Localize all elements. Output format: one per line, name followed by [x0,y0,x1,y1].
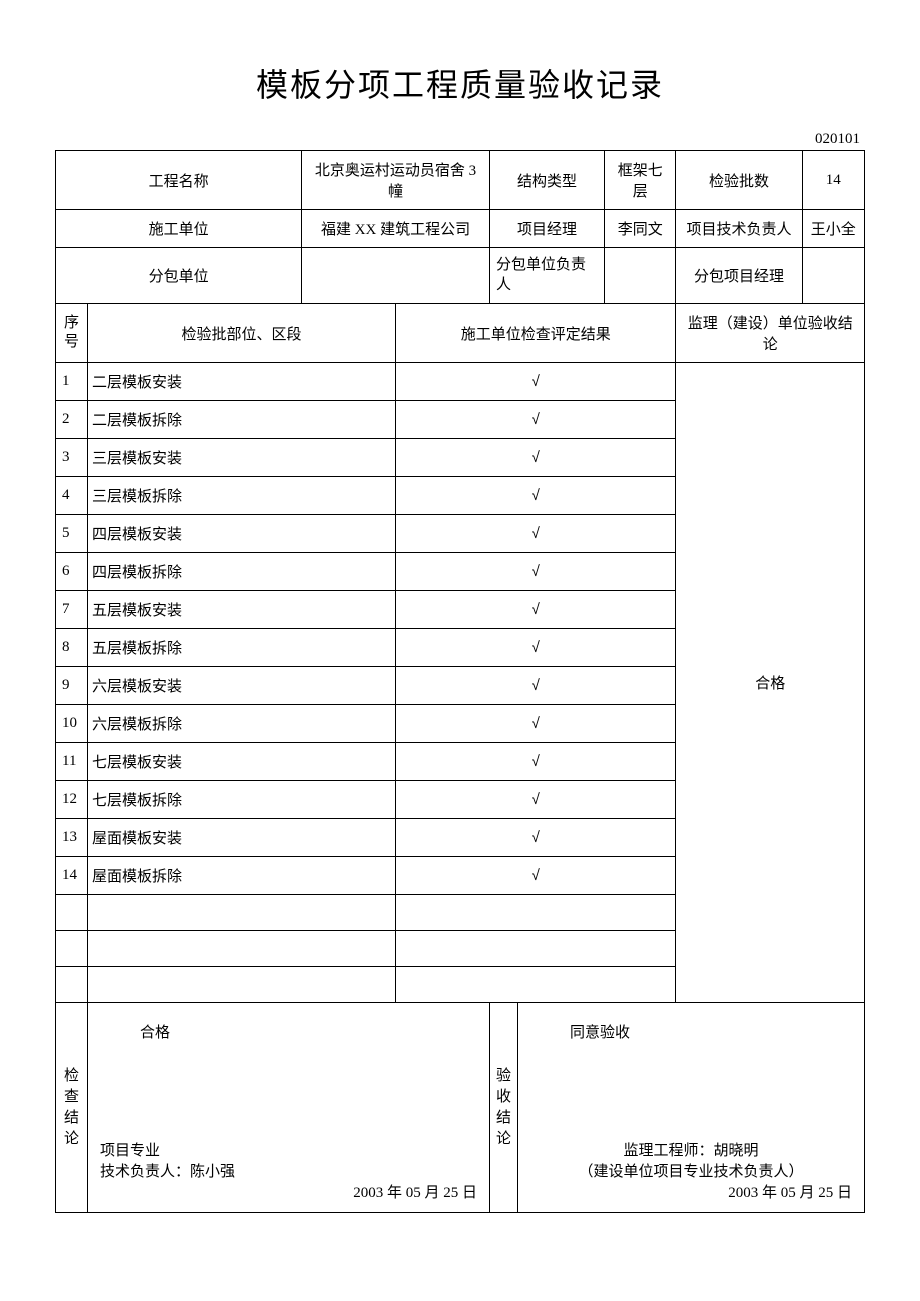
col-part: 检验批部位、区段 [88,304,396,363]
part-cell: 七层模板安装 [88,743,396,781]
label-pm: 项目经理 [489,210,604,248]
label-project-name: 工程名称 [56,151,302,210]
value-structure-type: 框架七层 [604,151,676,210]
seq-cell: 8 [56,629,88,667]
part-cell: 四层模板安装 [88,515,396,553]
value-tech-lead: 王小全 [802,210,865,248]
label-tech-lead: 项目技术负责人 [676,210,802,248]
value-subcontractor [302,248,490,304]
col-supervision: 监理（建设）单位验收结论 [676,304,865,363]
part-cell: 四层模板拆除 [88,553,396,591]
label-sub-lead: 分包单位负责人 [489,248,604,304]
check-cell: √ [396,781,676,819]
accept-conclusion-block: 同意验收 监理工程师：胡晓明 （建设单位项目专业技术负责人） 2003 年 05… [517,1003,864,1213]
part-cell: 五层模板拆除 [88,629,396,667]
label-accept-conclusion: 验收结论 [489,1003,517,1213]
check-cell: √ [396,705,676,743]
seq-cell: 1 [56,363,88,401]
part-cell: 七层模板拆除 [88,781,396,819]
label-structure-type: 结构类型 [489,151,604,210]
seq-cell: 4 [56,477,88,515]
check-cell: √ [396,857,676,895]
check-cell: √ [396,401,676,439]
check-signer-line2: 技术负责人：陈小强 [100,1160,477,1181]
seq-cell: 13 [56,819,88,857]
seq-cell: 6 [56,553,88,591]
part-cell: 六层模板安装 [88,667,396,705]
part-cell: 六层模板拆除 [88,705,396,743]
part-cell: 屋面模板安装 [88,819,396,857]
check-cell: √ [396,553,676,591]
check-date: 2003 年 05 月 25 日 [100,1181,477,1202]
check-cell: √ [396,363,676,401]
label-subcontractor: 分包单位 [56,248,302,304]
seq-cell: 3 [56,439,88,477]
check-signer-line1: 项目专业 [100,1139,477,1160]
seq-cell: 11 [56,743,88,781]
accept-conclusion-result: 同意验收 [530,1013,852,1042]
label-sub-pm: 分包项目经理 [676,248,802,304]
check-cell: √ [396,743,676,781]
part-cell: 三层模板安装 [88,439,396,477]
seq-cell: 2 [56,401,88,439]
check-conclusion-result: 合格 [100,1013,477,1042]
check-cell: √ [396,439,676,477]
document-number: 020101 [55,131,865,148]
value-sub-pm [802,248,865,304]
value-sub-lead [604,248,676,304]
supervision-result: 合格 [676,363,865,1003]
seq-cell: 7 [56,591,88,629]
accept-signer-line1: 监理工程师：胡晓明 [530,1139,852,1160]
label-construction-unit: 施工单位 [56,210,302,248]
part-cell: 二层模板拆除 [88,401,396,439]
seq-cell: 5 [56,515,88,553]
seq-cell: 10 [56,705,88,743]
label-batch-count: 检验批数 [676,151,802,210]
value-pm: 李同文 [604,210,676,248]
col-seq: 序号 [56,304,88,363]
check-cell: √ [396,667,676,705]
seq-cell: 12 [56,781,88,819]
seq-cell: 9 [56,667,88,705]
record-table: 工程名称 北京奥运村运动员宿舍 3 幢 结构类型 框架七层 检验批数 14 施工… [55,150,865,1213]
seq-cell: 14 [56,857,88,895]
page-title: 模板分项工程质量验收记录 [55,60,865,106]
label-check-conclusion: 检查结论 [56,1003,88,1213]
value-batch-count: 14 [802,151,865,210]
accept-date: 2003 年 05 月 25 日 [530,1181,852,1202]
accept-signer-line2: （建设单位项目专业技术负责人） [530,1160,852,1181]
check-cell: √ [396,819,676,857]
check-cell: √ [396,629,676,667]
value-project-name: 北京奥运村运动员宿舍 3 幢 [302,151,490,210]
table-row: 1 二层模板安装 √ 合格 [56,363,865,401]
check-cell: √ [396,515,676,553]
part-cell: 二层模板安装 [88,363,396,401]
col-check-result: 施工单位检查评定结果 [396,304,676,363]
value-construction-unit: 福建 XX 建筑工程公司 [302,210,490,248]
check-cell: √ [396,591,676,629]
part-cell: 屋面模板拆除 [88,857,396,895]
check-cell: √ [396,477,676,515]
part-cell: 五层模板安装 [88,591,396,629]
part-cell: 三层模板拆除 [88,477,396,515]
check-conclusion-block: 合格 项目专业 技术负责人：陈小强 2003 年 05 月 25 日 [88,1003,490,1213]
